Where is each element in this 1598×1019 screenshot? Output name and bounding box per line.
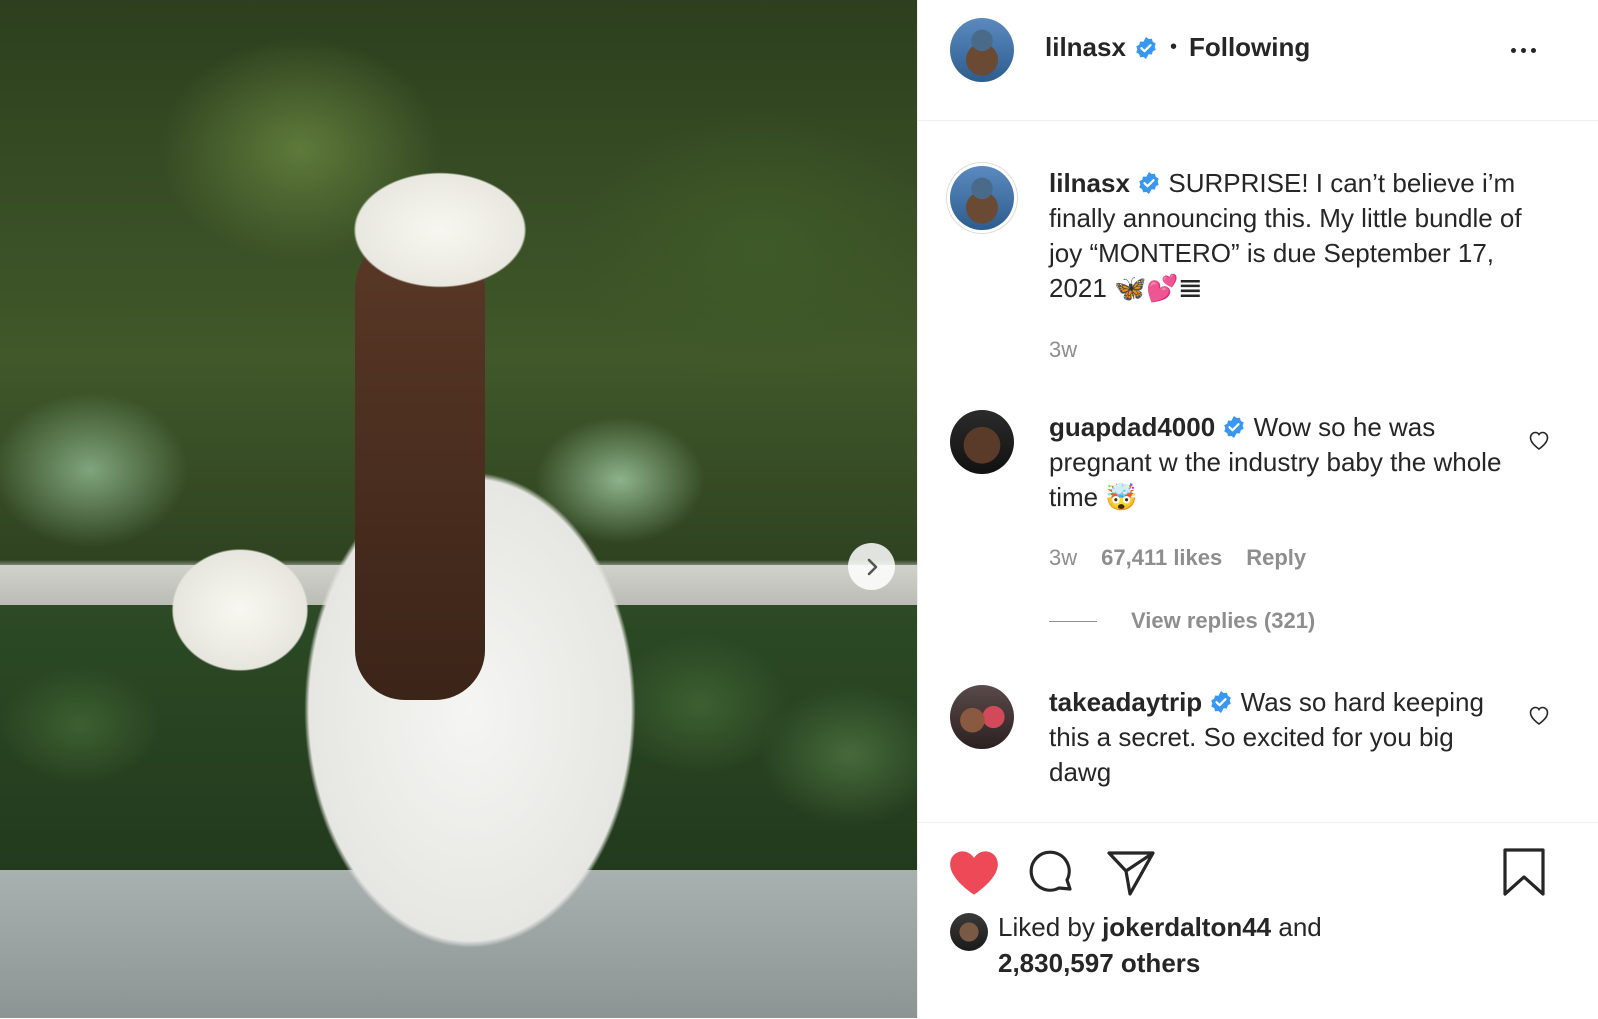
reply-button[interactable]: Reply — [1246, 545, 1306, 571]
heart-filled-icon[interactable] — [948, 849, 1000, 897]
heart-outline-icon[interactable] — [1527, 703, 1551, 727]
comment-username[interactable]: guapdad4000 — [1049, 412, 1215, 442]
comment-avatar[interactable] — [950, 410, 1014, 474]
author-username[interactable]: lilnasx — [1045, 32, 1126, 63]
likes-others[interactable]: 2,830,597 others — [998, 948, 1200, 978]
separator-dot: • — [1169, 36, 1177, 58]
comment-avatar[interactable] — [950, 685, 1014, 749]
replies-line — [1049, 620, 1097, 622]
comment: guapdad4000 Wow so he was pregnant w the… — [1049, 410, 1519, 515]
more-horizontal-icon — [1511, 47, 1516, 53]
more-dot — [1521, 47, 1526, 53]
view-replies-button[interactable]: View replies (321) — [1049, 608, 1315, 634]
comment: takeadaytrip Was so hard keeping this a … — [1049, 685, 1519, 790]
comment-bubble-icon[interactable] — [1028, 849, 1076, 897]
likes-prefix: Liked by — [998, 912, 1095, 942]
liker-avatar[interactable] — [950, 913, 988, 951]
heart-outline-icon[interactable] — [1527, 428, 1551, 452]
post-header: lilnasx • Following — [918, 0, 1598, 121]
more-dot — [1531, 47, 1536, 53]
photo-flower-crown — [320, 150, 560, 310]
caption-time[interactable]: 3w — [1049, 337, 1077, 363]
photo-bouquet — [145, 525, 335, 695]
post-photo[interactable] — [0, 0, 917, 1018]
author-avatar[interactable] — [950, 18, 1014, 82]
caption-meta: 3w — [1049, 337, 1077, 363]
comment-meta: 3w 67,411 likes Reply — [1049, 545, 1306, 571]
likes-summary: Liked by jokerdalton44 and 2,830,597 oth… — [998, 909, 1322, 981]
caption-avatar[interactable] — [950, 166, 1014, 230]
chevron-right-icon — [867, 558, 877, 575]
next-photo-button[interactable] — [848, 543, 895, 590]
more-options-button[interactable] — [1511, 40, 1547, 60]
verified-badge-icon — [1139, 172, 1159, 194]
verified-badge-icon — [1224, 416, 1245, 438]
following-button[interactable]: Following — [1189, 32, 1310, 63]
likes-and: and — [1278, 912, 1322, 942]
bookmark-icon[interactable] — [1502, 847, 1546, 897]
post-side-panel: lilnasx • Following lilnasx SURPRISE! I … — [917, 0, 1598, 1018]
liker-username[interactable]: jokerdalton44 — [1102, 912, 1271, 942]
comment-likes[interactable]: 67,411 likes — [1101, 545, 1222, 571]
view-replies-label: View replies (321) — [1131, 608, 1316, 633]
caption-username[interactable]: lilnasx — [1049, 168, 1130, 198]
paper-plane-icon[interactable] — [1106, 849, 1156, 897]
comment-time[interactable]: 3w — [1049, 545, 1077, 571]
verified-badge-icon — [1136, 36, 1156, 59]
header-user: lilnasx • Following — [1045, 32, 1310, 63]
caption: lilnasx SURPRISE! I can’t believe i’m fi… — [1049, 166, 1549, 306]
verified-badge-icon — [1211, 691, 1232, 713]
post-actions: Liked by jokerdalton44 and 2,830,597 oth… — [918, 822, 1598, 1019]
comment-username[interactable]: takeadaytrip — [1049, 687, 1202, 717]
